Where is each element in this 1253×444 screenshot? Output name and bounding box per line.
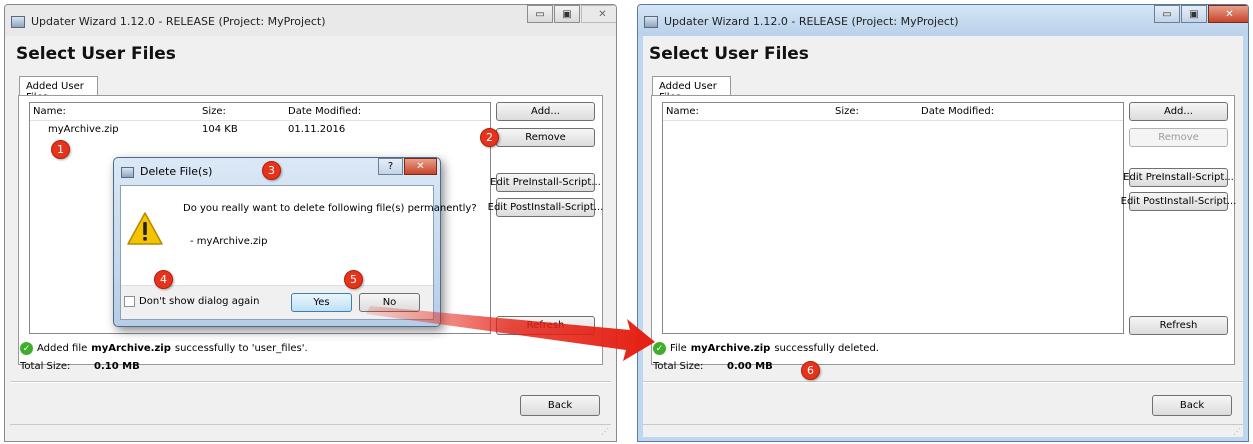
total-size-label: Total Size: <box>20 361 71 372</box>
file-date: 01.11.2016 <box>288 124 346 135</box>
delete-files-dialog: Delete File(s) ? ✕ Do you really want to… <box>113 157 477 327</box>
file-list[interactable]: Name: Size: Date Modified: <box>662 102 1124 334</box>
app-icon <box>121 167 134 178</box>
checkbox-box[interactable] <box>124 296 135 307</box>
remove-button[interactable]: Remove <box>496 128 595 147</box>
status-message: ✓ Added file myArchive.zip successfully … <box>20 342 308 355</box>
status-text-before: Added file <box>37 343 88 354</box>
divider <box>643 381 1243 383</box>
minimize-icon[interactable]: ▭ <box>1154 5 1180 23</box>
edit-postinstall-script-button[interactable]: Edit PostInstall-Script... <box>1121 192 1236 211</box>
refresh-button[interactable]: Refresh <box>1129 316 1228 335</box>
status-text-after: successfully deleted. <box>774 343 879 354</box>
no-button[interactable]: No <box>359 293 420 312</box>
resize-grip[interactable]: ⋰ <box>1233 427 1241 436</box>
dialog-title: Delete File(s) <box>140 165 213 178</box>
divider <box>643 424 1243 425</box>
tab-panel: Name: Size: Date Modified: Add... Remove… <box>651 95 1236 365</box>
file-name: myArchive.zip <box>48 124 119 135</box>
client-area: Select User Files Added User Files Name:… <box>643 36 1243 437</box>
file-size: 104 KB <box>202 124 238 135</box>
add-button[interactable]: Add... <box>496 102 595 121</box>
list-header: Name: Size: Date Modified: <box>663 103 1123 121</box>
page-title: Select User Files <box>16 44 176 64</box>
edit-preinstall-script-button[interactable]: Edit PreInstall-Script... <box>1123 168 1234 187</box>
warning-icon <box>127 212 163 245</box>
step-marker-3: 3 <box>262 161 281 180</box>
step-marker-2: 2 <box>480 128 499 147</box>
status-file-name: myArchive.zip <box>690 343 771 354</box>
status-message: ✓ File myArchive.zip successfully delete… <box>653 342 879 355</box>
maximize-icon[interactable]: ▣ <box>554 5 580 23</box>
yes-button[interactable]: Yes <box>291 293 352 312</box>
back-button[interactable]: Back <box>520 395 600 416</box>
column-header-size[interactable]: Size: <box>202 106 226 117</box>
window-title: Updater Wizard 1.12.0 - RELEASE (Project… <box>31 15 326 28</box>
remove-button[interactable]: Remove <box>1129 128 1228 147</box>
total-size-label: Total Size: <box>653 361 704 372</box>
dialog-file-name: - myArchive.zip <box>190 236 268 247</box>
status-text-before: File <box>670 343 687 354</box>
step-marker-5: 5 <box>344 270 363 289</box>
check-icon: ✓ <box>653 342 666 355</box>
close-icon[interactable]: ✕ <box>581 5 616 23</box>
right-window: Updater Wizard 1.12.0 - RELEASE (Project… <box>637 4 1249 442</box>
window-controls: ▭ ▣ ✕ <box>526 5 616 23</box>
list-header: Name: Size: Date Modified: <box>30 103 490 121</box>
check-icon: ✓ <box>20 342 33 355</box>
help-icon[interactable]: ? <box>378 158 403 175</box>
dont-show-again-checkbox[interactable]: Don't show dialog again <box>124 296 259 307</box>
tab-added-user-files[interactable]: Added User Files <box>19 76 98 103</box>
close-icon[interactable]: ✕ <box>1208 5 1248 23</box>
step-marker-1: 1 <box>51 140 70 159</box>
status-text-after: successfully to 'user_files'. <box>174 343 308 354</box>
column-header-size[interactable]: Size: <box>835 106 859 117</box>
step-marker-4: 4 <box>154 270 173 289</box>
back-button[interactable]: Back <box>1152 395 1232 416</box>
title-bar: Updater Wizard 1.12.0 - RELEASE (Project… <box>5 5 616 36</box>
page-title: Select User Files <box>649 44 809 64</box>
close-icon[interactable]: ✕ <box>404 158 437 175</box>
dialog-footer: Don't show dialog again Yes No <box>121 285 433 319</box>
divider <box>10 424 611 425</box>
app-icon <box>644 16 658 28</box>
status-file-name: myArchive.zip <box>91 343 171 354</box>
window-controls: ▭ ▣ ✕ <box>1153 5 1248 23</box>
window-title: Updater Wizard 1.12.0 - RELEASE (Project… <box>664 15 959 28</box>
add-button[interactable]: Add... <box>1129 102 1228 121</box>
dialog-question: Do you really want to delete following f… <box>183 203 477 214</box>
maximize-icon[interactable]: ▣ <box>1181 5 1207 23</box>
app-icon <box>11 16 25 28</box>
title-bar: Updater Wizard 1.12.0 - RELEASE (Project… <box>638 5 1248 36</box>
resize-grip[interactable]: ⋰ <box>601 427 609 436</box>
refresh-button[interactable]: Refresh <box>496 316 595 335</box>
dialog-body: Do you really want to delete following f… <box>120 185 477 320</box>
tab-added-user-files[interactable]: Added User Files <box>652 76 731 103</box>
column-header-name[interactable]: Name: <box>666 106 699 117</box>
column-header-date[interactable]: Date Modified: <box>288 106 361 117</box>
checkbox-label: Don't show dialog again <box>139 296 260 307</box>
list-item[interactable]: myArchive.zip 104 KB 01.11.2016 <box>30 121 490 137</box>
edit-postinstall-script-button[interactable]: Edit PostInstall-Script... <box>488 198 603 217</box>
edit-preinstall-script-button[interactable]: Edit PreInstall-Script... <box>490 173 601 192</box>
total-size-value: 0.10 MB <box>94 361 140 372</box>
column-header-name[interactable]: Name: <box>33 106 66 117</box>
minimize-icon[interactable]: ▭ <box>527 5 553 23</box>
column-header-date[interactable]: Date Modified: <box>921 106 994 117</box>
divider <box>10 381 611 383</box>
step-marker-6: 6 <box>801 361 820 380</box>
total-size-value: 0.00 MB <box>727 361 773 372</box>
